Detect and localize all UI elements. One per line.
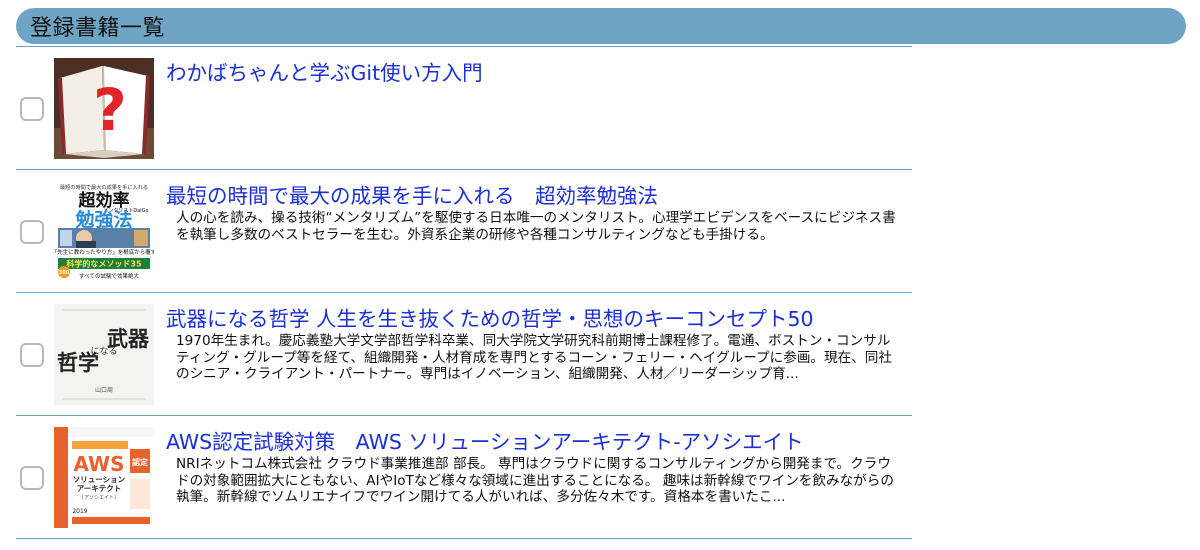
question-mark-book-icon: ? xyxy=(54,58,154,159)
cover-sub-2: アーキテクト xyxy=(77,483,122,493)
cover-band: 科学的なメソッド35 xyxy=(66,259,142,269)
author-description: 1970年生まれ。慶応義塾大学文学部哲学科卒業、同大学院文学研究科前期博士課程修… xyxy=(176,333,892,382)
list-item: 武器 になる 哲学 山口周 武器になる哲学 人生を生き抜くための哲学・思想のキー… xyxy=(16,293,912,416)
book-title-link[interactable]: わかばちゃんと学ぶGit使い方入門 xyxy=(166,56,483,86)
book-title-link[interactable]: 最短の時間で最大の成果を手に入れる 超効率勉強法 xyxy=(166,179,658,209)
select-checkbox[interactable] xyxy=(20,97,44,121)
philosophy-book-cover-icon: 武器 になる 哲学 山口周 xyxy=(54,304,154,405)
study-book-cover-icon: 最短の時間で最大の成果を手に入れる 超効率 メンタリストDaiGo 勉強法 「先… xyxy=(54,181,154,282)
cover-top-line: 最短の時間で最大の成果を手に入れる xyxy=(60,183,148,191)
list-item: ? わかばちゃんと学ぶGit使い方入門 xyxy=(16,47,912,170)
book-title-link[interactable]: 武器になる哲学 人生を生き抜くための哲学・思想のキーコンセプト50 xyxy=(166,302,814,332)
cover-author: 山口周 xyxy=(95,386,113,394)
book-cover-image[interactable]: ? xyxy=(54,58,154,159)
cover-bottom: すべての試験で効果絶大 xyxy=(79,272,139,280)
page: 登録書籍一覧 ? わかばちゃんと学ぶGit使い方入門 最短の時間で最大の成果を手… xyxy=(0,0,1200,550)
select-checkbox[interactable] xyxy=(20,466,44,490)
cover-year: 2019 xyxy=(72,508,87,515)
book-cover-image[interactable]: AWS 認定 ソリューション アーキテクト ［アソシエイト］ 2019 xyxy=(54,427,154,528)
cover-word-3: 哲学 xyxy=(57,350,99,375)
cover-badge: 300 xyxy=(59,270,70,276)
list-item: 最短の時間で最大の成果を手に入れる 超効率 メンタリストDaiGo 勉強法 「先… xyxy=(16,170,912,293)
svg-text:?: ? xyxy=(93,76,127,144)
list-item: AWS 認定 ソリューション アーキテクト ［アソシエイト］ 2019 AWS認… xyxy=(16,416,912,539)
page-title: 登録書籍一覧 xyxy=(30,16,166,41)
cover-logo: AWS xyxy=(73,452,124,476)
cover-mid-line: 「先生に教わったやり方」を根底から覆す xyxy=(54,248,154,256)
book-list: ? わかばちゃんと学ぶGit使い方入門 最短の時間で最大の成果を手に入れる 超効… xyxy=(16,46,912,539)
cover-badge: 認定 xyxy=(132,457,148,467)
book-title-link[interactable]: AWS認定試験対策 AWS ソリューションアーキテクト-アソシエイト xyxy=(166,425,804,455)
select-checkbox[interactable] xyxy=(20,220,44,244)
aws-book-cover-icon: AWS 認定 ソリューション アーキテクト ［アソシエイト］ 2019 xyxy=(54,427,154,528)
header-bar: 登録書籍一覧 xyxy=(16,8,1186,44)
cover-sub-3: ［アソシエイト］ xyxy=(79,494,119,501)
select-checkbox[interactable] xyxy=(20,343,44,367)
book-cover-image[interactable]: 最短の時間で最大の成果を手に入れる 超効率 メンタリストDaiGo 勉強法 「先… xyxy=(54,181,154,282)
author-description: NRIネットコム株式会社 クラウド事業推進部 部長。 専門はクラウドに関するコン… xyxy=(176,456,894,505)
cover-sub-1: ソリューション xyxy=(73,475,126,484)
author-description: 人の心を読み、操る技術“メンタリズム”を駆使する日本唯一のメンタリスト。心理学エ… xyxy=(176,210,896,243)
book-cover-image[interactable]: 武器 になる 哲学 山口周 xyxy=(54,304,154,405)
cover-title-2: 勉強法 xyxy=(74,208,132,231)
